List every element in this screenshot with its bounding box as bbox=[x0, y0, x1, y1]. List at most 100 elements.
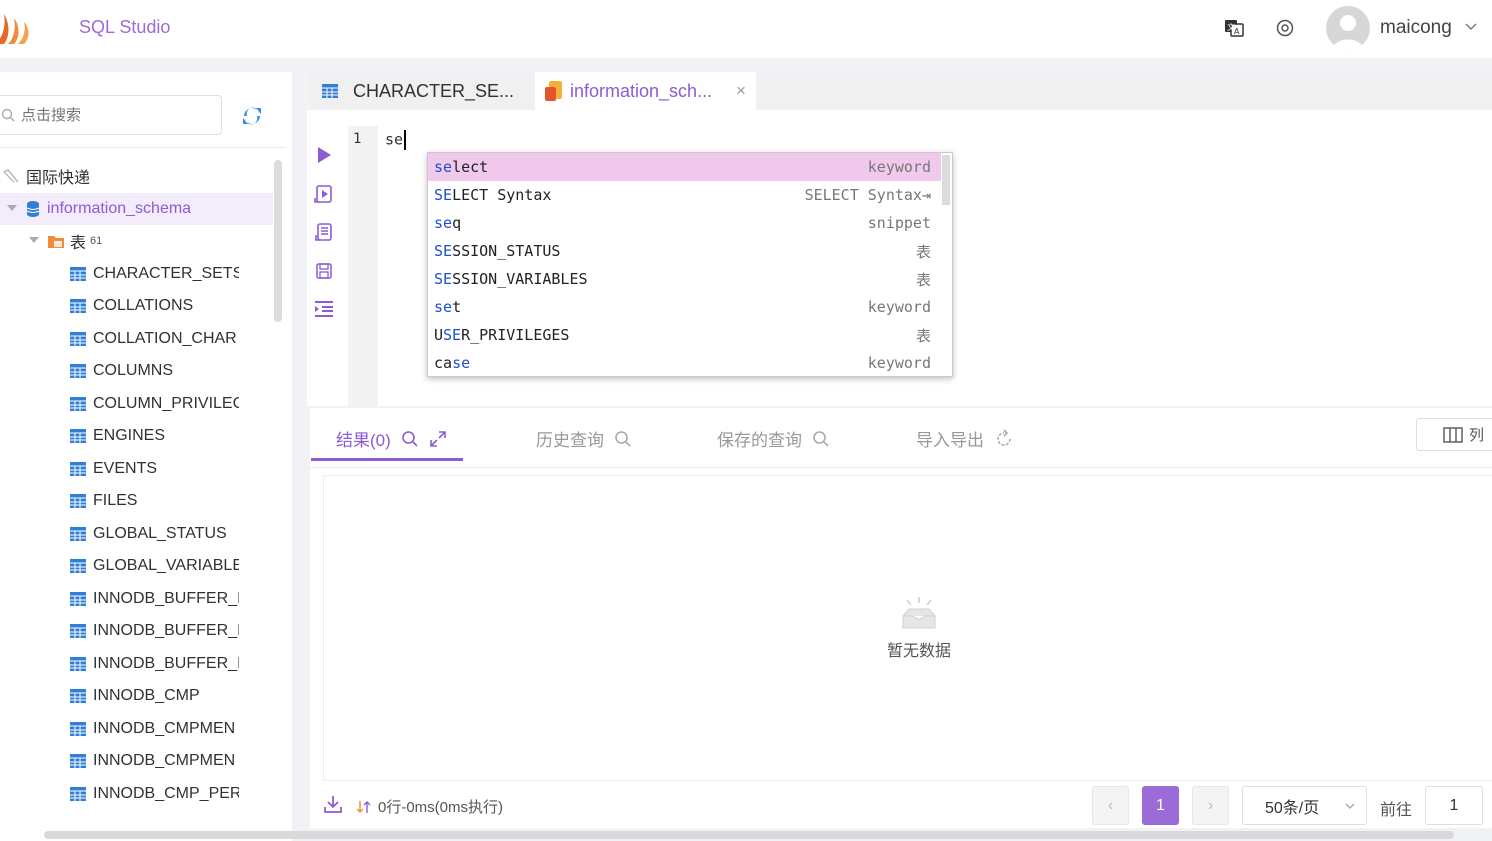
connection-icon bbox=[3, 169, 19, 183]
sidebar-scrollbar[interactable] bbox=[274, 160, 282, 322]
tab-import-export[interactable]: 导入导出 bbox=[916, 426, 1014, 451]
suggestion-label: seq bbox=[434, 214, 462, 232]
goto-page-input[interactable] bbox=[1425, 786, 1483, 825]
tree-table-item[interactable]: COLLATION_CHAR bbox=[0, 323, 273, 356]
suggestion-label: SELECT Syntax bbox=[434, 186, 552, 204]
tree-table-item[interactable]: INNODB_CMP bbox=[0, 680, 273, 713]
table-icon bbox=[70, 299, 86, 314]
download-icon[interactable] bbox=[323, 794, 343, 814]
suggestion-item[interactable]: case keyword bbox=[428, 349, 941, 376]
run-selected-icon[interactable] bbox=[312, 182, 336, 206]
tab-saved-queries[interactable]: 保存的查询 bbox=[717, 426, 830, 451]
tree-table-item[interactable]: COLLATIONS bbox=[0, 290, 273, 323]
tree-table-item[interactable]: INNODB_BUFFER_I bbox=[0, 615, 273, 648]
search-icon[interactable] bbox=[812, 430, 830, 448]
prev-page-button[interactable]: ‹ bbox=[1092, 786, 1129, 825]
save-icon[interactable] bbox=[312, 259, 336, 283]
tree-table-item[interactable]: EVENTS bbox=[0, 453, 273, 486]
results-panel: 结果(0) 历史查询 保存的查询 导入导出 列 暂无数据 0行-0ms(0ms执… bbox=[310, 408, 1492, 828]
search-input[interactable] bbox=[21, 106, 201, 124]
tree-table-item[interactable]: CHARACTER_SETS bbox=[0, 258, 273, 291]
columns-label: 列 bbox=[1469, 427, 1485, 444]
suggestion-type: 表 bbox=[915, 270, 931, 289]
tree-table-item[interactable]: INNODB_CMPMEN bbox=[0, 713, 273, 746]
empty-state: 暂无数据 bbox=[884, 596, 954, 661]
table-icon bbox=[70, 754, 86, 769]
table-label: INNODB_BUFFER_I bbox=[93, 622, 239, 640]
line-gutter bbox=[348, 126, 378, 406]
tree-table-item[interactable]: INNODB_BUFFER_I bbox=[0, 583, 273, 616]
sidebar-divider bbox=[0, 147, 285, 148]
tree-table-item[interactable]: FILES bbox=[0, 485, 273, 518]
suggestion-item[interactable]: select keyword bbox=[428, 153, 941, 181]
suggestion-item[interactable]: SESSION_VARIABLES 表 bbox=[428, 265, 941, 293]
suggestion-type: keyword bbox=[867, 354, 931, 372]
columns-button[interactable]: 列 bbox=[1416, 418, 1492, 451]
page-size-select[interactable]: 50条/页 bbox=[1242, 786, 1367, 825]
table-icon bbox=[70, 656, 86, 671]
expand-icon[interactable] bbox=[429, 430, 447, 448]
tree-table-item[interactable]: COLUMNS bbox=[0, 355, 273, 388]
suggestion-item[interactable]: USER_PRIVILEGES 表 bbox=[428, 321, 941, 349]
suggestion-label: SESSION_VARIABLES bbox=[434, 270, 588, 288]
username[interactable]: maicong bbox=[1380, 17, 1452, 39]
chevron-down-icon[interactable] bbox=[1463, 18, 1479, 34]
search-icon[interactable] bbox=[614, 430, 632, 448]
results-footer: 0行-0ms(0ms执行) ‹ 1 › 50条/页 前往 bbox=[310, 786, 1492, 828]
tab-results[interactable]: 结果(0) bbox=[336, 426, 447, 451]
suggestion-item[interactable]: SELECT Syntax SELECT Syntax⇥ bbox=[428, 181, 941, 209]
tree-table-item[interactable]: INNODB_BUFFER_I bbox=[0, 648, 273, 681]
refresh-icon[interactable] bbox=[240, 104, 264, 128]
translate-icon[interactable]: 文 A bbox=[1223, 17, 1245, 39]
reload-icon[interactable] bbox=[994, 428, 1014, 449]
run-icon[interactable] bbox=[312, 143, 336, 167]
tree-table-item[interactable]: INNODB_CMP_PER bbox=[0, 778, 273, 811]
tree-connection[interactable]: 国际快递 bbox=[0, 160, 273, 193]
tab-character-sets[interactable]: CHARACTER_SE... bbox=[312, 72, 532, 110]
settings-icon[interactable] bbox=[1274, 17, 1296, 39]
database-sidebar: 国际快递 information_schema 表 61 CHARACTER_S… bbox=[0, 72, 292, 841]
search-icon[interactable] bbox=[401, 430, 419, 448]
sidebar-search[interactable] bbox=[0, 95, 222, 135]
code-line[interactable]: se bbox=[385, 130, 407, 150]
tree-database[interactable]: information_schema bbox=[0, 192, 273, 225]
tree-table-item[interactable]: INNODB_CMPMEN bbox=[0, 745, 273, 778]
close-icon[interactable]: × bbox=[736, 81, 746, 101]
table-icon bbox=[70, 364, 86, 379]
page-1-button[interactable]: 1 bbox=[1142, 786, 1179, 825]
suggestion-label: set bbox=[434, 298, 462, 316]
line-number: 1 bbox=[353, 131, 362, 147]
app-header: SQL Studio 文 A maicong bbox=[0, 0, 1492, 58]
suggestion-label: SESSION_STATUS bbox=[434, 242, 561, 260]
database-label: information_schema bbox=[47, 199, 192, 217]
chevron-down-icon bbox=[1345, 803, 1355, 809]
tree-table-item[interactable]: GLOBAL_VARIABLE bbox=[0, 550, 273, 583]
app-logo[interactable] bbox=[0, 10, 36, 48]
indent-icon[interactable] bbox=[312, 297, 336, 321]
table-label: GLOBAL_STATUS bbox=[93, 524, 227, 542]
tree-table-item[interactable]: ENGINES bbox=[0, 420, 273, 453]
suggestion-item[interactable]: set keyword bbox=[428, 293, 941, 321]
results-tabs: 结果(0) 历史查询 保存的查询 导入导出 列 bbox=[310, 408, 1492, 468]
table-icon bbox=[70, 396, 86, 411]
table-icon bbox=[70, 624, 86, 639]
suggestion-item[interactable]: SESSION_STATUS 表 bbox=[428, 237, 941, 265]
table-icon bbox=[70, 331, 86, 346]
table-label: INNODB_BUFFER_I bbox=[93, 654, 239, 672]
tree-table-item[interactable]: COLUMN_PRIVILEC bbox=[0, 388, 273, 421]
tab-history[interactable]: 历史查询 bbox=[536, 426, 632, 451]
autocomplete-scrollbar[interactable] bbox=[942, 155, 950, 205]
format-icon[interactable] bbox=[312, 220, 336, 244]
user-avatar[interactable] bbox=[1326, 6, 1370, 50]
suggestion-item[interactable]: seq snippet bbox=[428, 209, 941, 237]
empty-box-icon bbox=[902, 597, 936, 629]
tree-tables-folder[interactable]: 表 61 bbox=[0, 225, 273, 258]
caret-down-icon[interactable] bbox=[7, 204, 17, 211]
next-page-button[interactable]: › bbox=[1192, 786, 1229, 825]
horizontal-scrollbar[interactable] bbox=[44, 831, 1454, 839]
tab-information-schema[interactable]: information_sch... × bbox=[535, 72, 756, 110]
caret-down-icon[interactable] bbox=[29, 237, 39, 243]
tree-table-item[interactable]: GLOBAL_STATUS bbox=[0, 518, 273, 551]
suggestion-label: USER_PRIVILEGES bbox=[434, 326, 570, 344]
page-size-value: 50条/页 bbox=[1265, 799, 1320, 817]
